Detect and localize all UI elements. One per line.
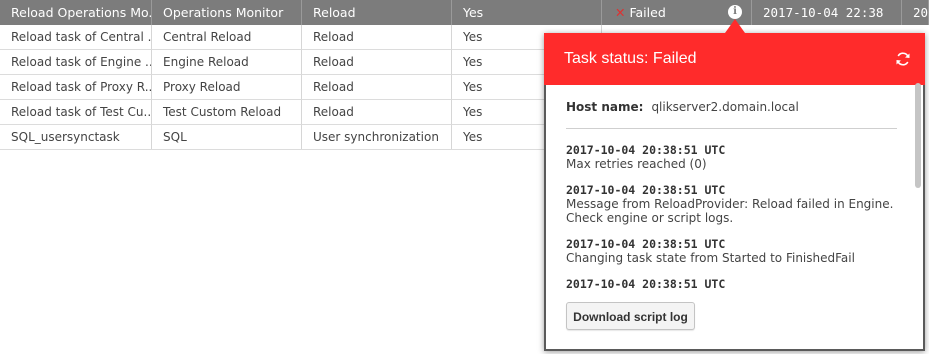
cell-name: Reload task of Test Cu... [0, 100, 152, 125]
cell-app: Proxy Reload [152, 75, 302, 100]
cell-app[interactable]: Operations Monitor [152, 0, 302, 25]
cell-type[interactable]: Reload [302, 0, 452, 25]
cell-type: Reload [302, 50, 452, 75]
popover-arrow [725, 19, 745, 33]
log-message: Changing task state from Started to Fini… [566, 251, 855, 265]
status-log: 2017-10-04 20:38:51 UTC Max retries reac… [566, 143, 906, 293]
cell-type: Reload [302, 100, 452, 125]
cell-type: Reload [302, 75, 452, 100]
log-entry: 2017-10-04 20:38:51 UTC Message from Rel… [566, 183, 906, 225]
cell-name: Reload task of Engine ... [0, 50, 152, 75]
cell-name: Reload task of Proxy R... [0, 75, 152, 100]
log-entry: 2017-10-04 20:38:51 UTC Max retries reac… [566, 143, 906, 171]
log-time: 2017-10-04 20:38:51 UTC [566, 183, 726, 197]
download-script-log-button[interactable]: Download script log [566, 302, 695, 330]
cell-app: Engine Reload [152, 50, 302, 75]
popover-title: Task status: Failed [564, 50, 697, 67]
refresh-icon[interactable] [895, 51, 911, 67]
table-bottom-border [0, 149, 543, 150]
info-icon[interactable]: i [728, 5, 742, 19]
cell-last-execution[interactable]: 2017-10-04 22:38 [752, 0, 902, 25]
x-icon: ✕ [615, 5, 626, 20]
log-entry: 2017-10-04 20:38:51 UTC [566, 277, 906, 291]
table-header-row[interactable]: Reload Operations Mo... Operations Monit… [0, 0, 929, 25]
host-line: Host name: qlikserver2.domain.local [566, 100, 799, 114]
cell-app: SQL [152, 125, 302, 150]
log-time: 2017-10-04 20:38:51 UTC [566, 143, 726, 157]
log-time: 2017-10-04 20:38:51 UTC [566, 277, 726, 291]
log-message: Max retries reached (0) [566, 157, 707, 171]
task-status-popover: Task status: Failed Host name: qlikserver… [544, 33, 925, 351]
log-message: Message from ReloadProvider: Reload fail… [566, 197, 894, 225]
log-time: 2017-10-04 20:38:51 UTC [566, 237, 726, 251]
host-value: qlikserver2.domain.local [651, 100, 799, 114]
cell-name[interactable]: Reload Operations Mo... [0, 0, 152, 25]
cell-name: Reload task of Central ... [0, 25, 152, 50]
cell-app: Test Custom Reload [152, 100, 302, 125]
cell-next-execution[interactable]: 2017 [902, 0, 929, 25]
popover-body[interactable]: Host name: qlikserver2.domain.local 2017-… [546, 85, 918, 293]
status-label: Failed [629, 5, 666, 20]
scrollbar[interactable] [915, 83, 921, 188]
cell-enabled[interactable]: Yes [452, 0, 602, 25]
popover-header: Task status: Failed [544, 33, 925, 85]
log-entry: 2017-10-04 20:38:51 UTC Changing task st… [566, 237, 906, 265]
host-label: Host name: [566, 100, 644, 114]
cell-name: SQL_usersynctask [0, 125, 152, 150]
cell-app: Central Reload [152, 25, 302, 50]
cell-type: Reload [302, 25, 452, 50]
cell-type: User synchronization [302, 125, 452, 150]
divider [566, 128, 897, 129]
